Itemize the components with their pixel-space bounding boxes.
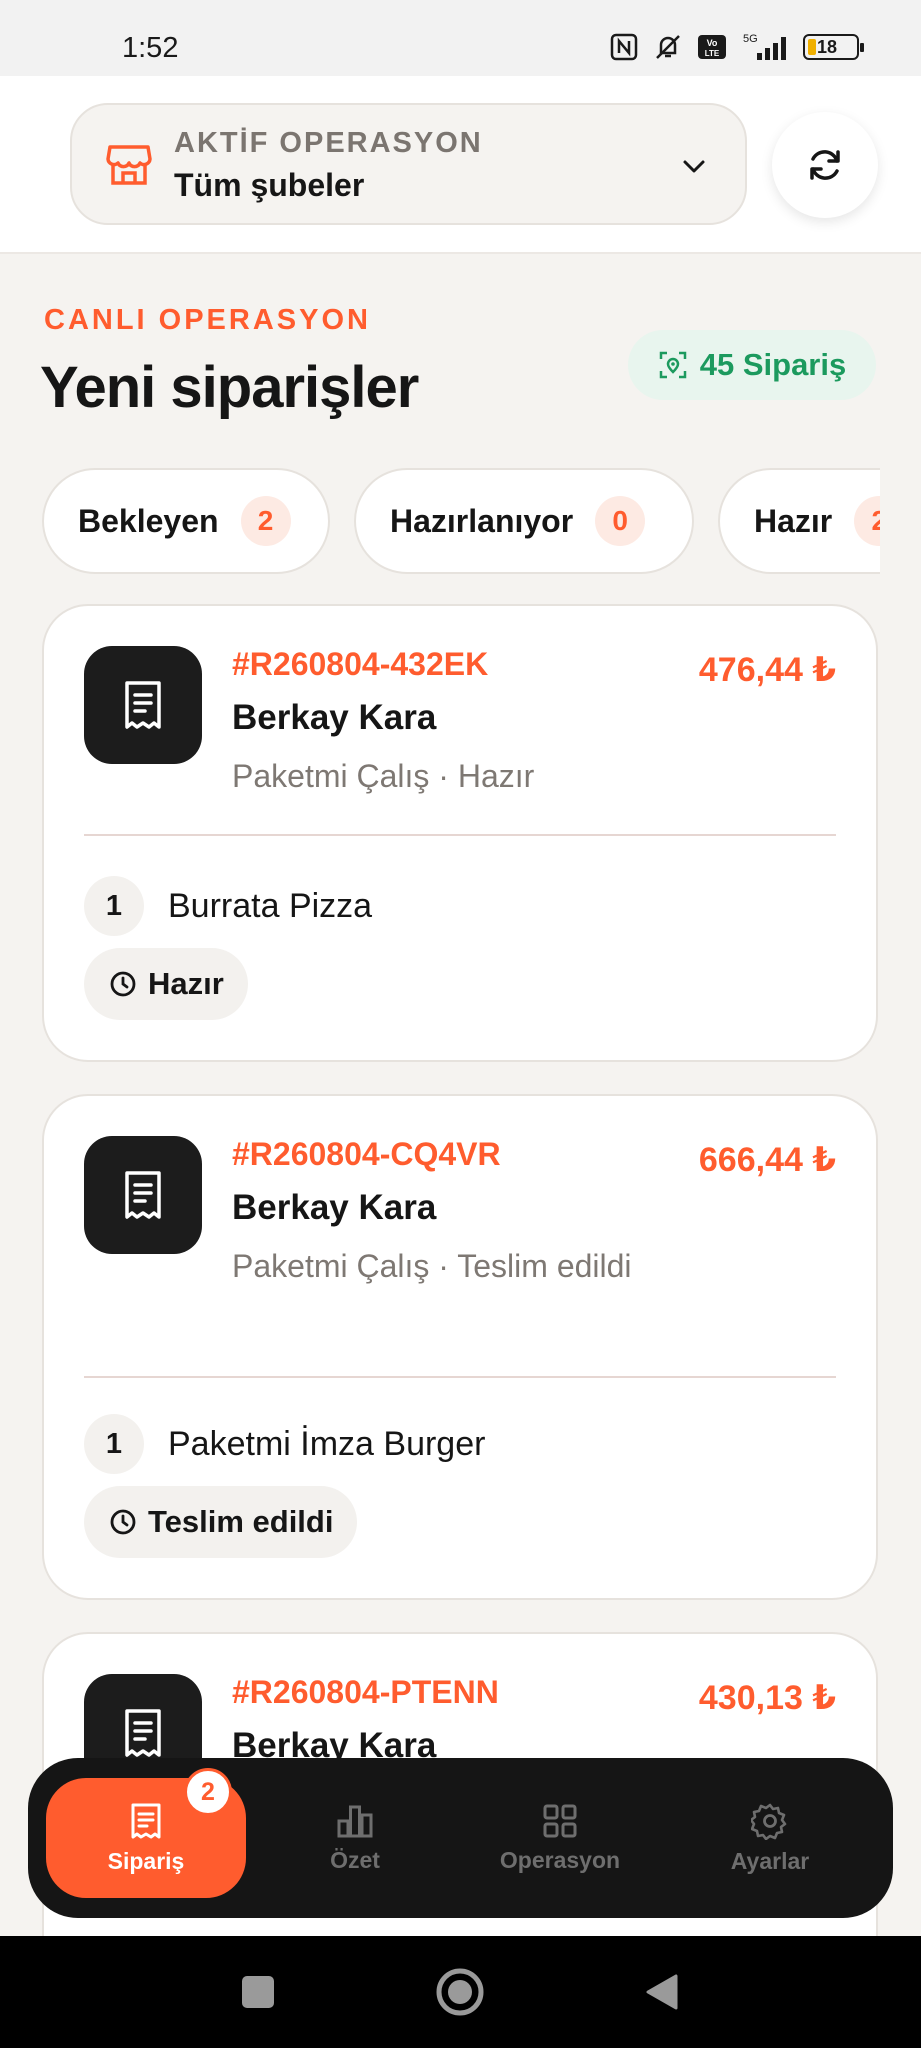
status-label: Teslim edildi	[148, 1504, 334, 1539]
status-time: 1:52	[122, 32, 179, 64]
order-card[interactable]: #R260804-CQ4VR Berkay Kara Paketmi Çalış…	[42, 1094, 878, 1600]
filter-chip-bekleyen[interactable]: Bekleyen 2	[42, 468, 330, 574]
bar-chart-icon	[337, 1805, 373, 1837]
chip-count: 2	[240, 496, 291, 546]
page-title: Yeni siparişler	[40, 355, 419, 420]
order-meta: Paketmi Çalış · Hazır	[232, 758, 535, 794]
bottom-nav: Sipariş 2 Özet Operasyon Ayarlar	[28, 1758, 893, 1918]
filter-chip-hazir[interactable]: Hazır 2	[718, 468, 880, 574]
recents-button[interactable]	[230, 1964, 286, 2020]
order-status-pill: Teslim edildi	[84, 1486, 358, 1558]
order-card[interactable]: #R260804-432EK Berkay Kara Paketmi Çalış…	[42, 604, 878, 1062]
square-icon	[242, 1976, 274, 2008]
item-quantity: 1	[84, 1414, 144, 1474]
system-nav-bar	[0, 1936, 921, 2048]
store-icon	[106, 145, 152, 185]
signal-icon: 5G	[739, 32, 793, 62]
order-customer: Berkay Kara	[232, 698, 437, 737]
battery-icon: 18	[803, 34, 864, 60]
nav-label: Operasyon	[499, 1846, 621, 1873]
clock-icon	[110, 1509, 136, 1535]
receipt-icon	[125, 1709, 161, 1757]
order-id: #R260804-432EK	[232, 646, 489, 682]
order-count-label: 45 Sipariş	[699, 347, 847, 382]
location-scan-icon	[659, 351, 686, 379]
filter-chips: Bekleyen 2 Hazırlanıyor 0 Hazır 2	[42, 468, 880, 576]
nav-item-operasyon[interactable]: Operasyon	[460, 1778, 660, 1898]
chip-count: 2	[854, 496, 880, 546]
card-divider	[84, 1376, 836, 1378]
nav-label: Ayarlar	[730, 1847, 810, 1874]
order-item-row: 1 Burrata Pizza	[84, 876, 372, 936]
battery-level: 18	[817, 36, 838, 57]
clock-icon	[110, 971, 136, 997]
card-divider	[84, 834, 836, 836]
network-label: 5G	[743, 33, 758, 45]
receipt-icon	[131, 1803, 161, 1838]
item-name: Burrata Pizza	[168, 886, 373, 925]
status-bar: 1:52 Vo LTE 5G 18	[0, 0, 921, 76]
order-total: 476,44 ₺	[698, 651, 836, 689]
home-circle-icon	[436, 1968, 484, 2016]
back-button[interactable]	[634, 1964, 690, 2020]
branch-eyebrow: AKTİF OPERASYON	[174, 127, 483, 159]
volte-icon: Vo LTE	[695, 32, 729, 62]
order-customer: Berkay Kara	[232, 1188, 437, 1227]
chip-label: Bekleyen	[78, 502, 219, 539]
chip-label: Hazır	[754, 502, 833, 539]
bell-off-icon	[651, 32, 685, 62]
refresh-button[interactable]	[772, 112, 878, 218]
order-count-badge: 45 Sipariş	[628, 330, 876, 400]
receipt-icon	[125, 1171, 161, 1219]
item-name: Paketmi İmza Burger	[168, 1424, 486, 1463]
branch-selector[interactable]: AKTİF OPERASYON Tüm şubeler	[70, 103, 747, 225]
back-triangle-icon	[646, 1974, 678, 2010]
svg-text:LTE: LTE	[705, 49, 720, 58]
branch-value: Tüm şubeler	[174, 167, 365, 203]
order-total: 430,13 ₺	[698, 1679, 836, 1717]
order-meta: Paketmi Çalış · Teslim edildi	[232, 1248, 632, 1284]
receipt-icon-tile	[84, 1136, 202, 1254]
refresh-icon	[810, 150, 840, 180]
home-button[interactable]	[432, 1964, 488, 2020]
receipt-icon	[125, 681, 161, 729]
nav-label: Sipariş	[107, 1847, 185, 1874]
grid-icon	[543, 1804, 577, 1837]
order-id: #R260804-PTENN	[232, 1674, 499, 1710]
app-header: AKTİF OPERASYON Tüm şubeler	[0, 76, 921, 254]
section-eyebrow: CANLI OPERASYON	[44, 304, 371, 336]
nav-item-ozet[interactable]: Özet	[255, 1778, 455, 1898]
order-total: 666,44 ₺	[698, 1141, 836, 1179]
chip-label: Hazırlanıyor	[390, 502, 574, 539]
nfc-icon	[607, 32, 641, 62]
order-item-row: 1 Paketmi İmza Burger	[84, 1414, 485, 1474]
status-label: Hazır	[148, 966, 224, 1001]
filter-chip-hazirlaniyor[interactable]: Hazırlanıyor 0	[354, 468, 694, 574]
nav-item-ayarlar[interactable]: Ayarlar	[670, 1778, 870, 1898]
chevron-down-icon	[683, 160, 705, 173]
svg-text:Vo: Vo	[707, 38, 718, 48]
gear-icon	[751, 1803, 787, 1840]
status-icons: Vo LTE 5G 18	[607, 32, 864, 62]
order-id: #R260804-CQ4VR	[232, 1136, 501, 1172]
order-status-pill: Hazır	[84, 948, 248, 1020]
receipt-icon-tile	[84, 646, 202, 764]
nav-label: Özet	[330, 1846, 380, 1873]
nav-badge: 2	[184, 1768, 232, 1816]
nav-item-siparis[interactable]: Sipariş 2	[46, 1768, 246, 1898]
item-quantity: 1	[84, 876, 144, 936]
chip-count: 0	[595, 496, 646, 546]
